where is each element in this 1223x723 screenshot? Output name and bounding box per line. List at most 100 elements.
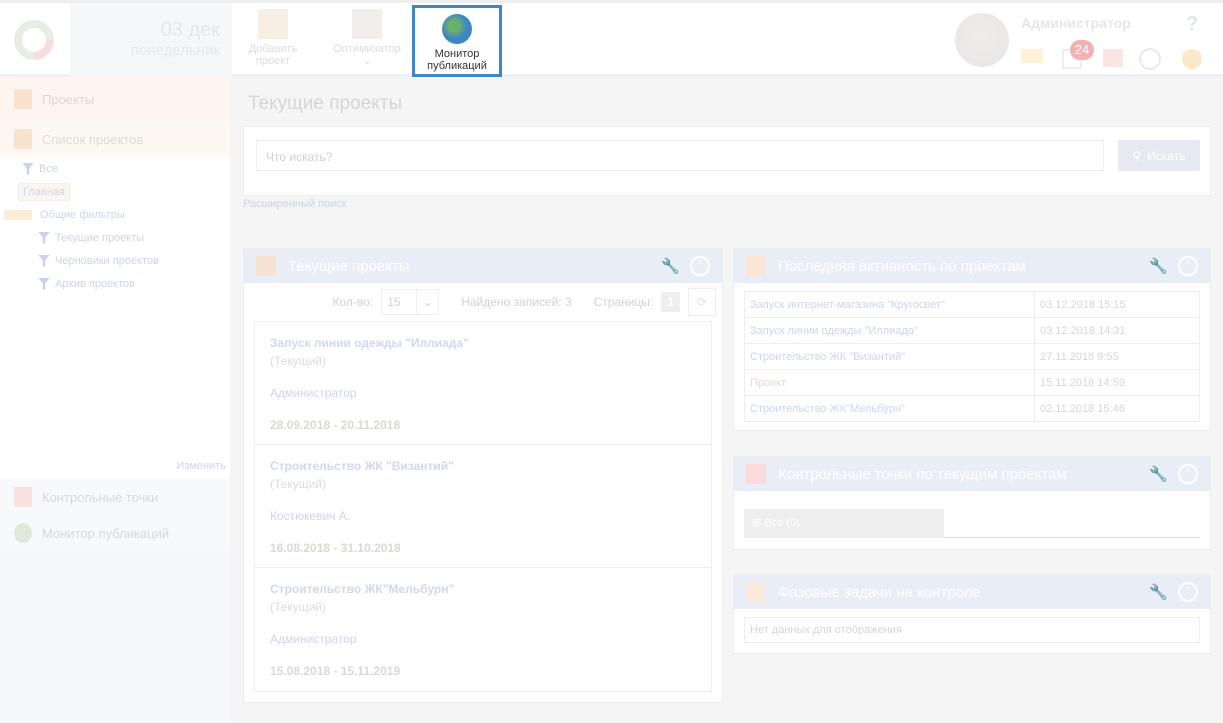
wrench-icon[interactable]: 🔧 — [1149, 257, 1168, 275]
add-project-icon — [258, 9, 288, 39]
page-1[interactable]: 1 — [661, 292, 680, 312]
project-dates: 16.08.2018 - 31.10.2018 — [270, 541, 401, 555]
table-row: Проект 15.11.2018 14:59 — [744, 369, 1200, 396]
tree-label: Черновики проектов — [55, 254, 159, 267]
project-name[interactable]: Строительство ЖК"Мельбурн" — [270, 582, 696, 596]
sidebar-project-list[interactable]: Список проектов — [0, 121, 230, 157]
search-icon: ⚲ — [1132, 148, 1142, 163]
list-icon — [14, 129, 32, 149]
globe-icon — [442, 14, 472, 44]
panel-header: Контрольные точки по текущим проектам 🔧 ^ — [734, 457, 1210, 491]
table-row: Запуск интернет-магазина "Кругосвет" 03.1… — [744, 291, 1200, 318]
globe-icon — [14, 523, 32, 543]
tree-label: Общие фильтры — [40, 208, 125, 221]
activity-date: 27.11.2018 9:55 — [1034, 343, 1200, 370]
add-project-button[interactable]: Добавить проект — [244, 7, 302, 67]
projects-icon — [14, 89, 32, 109]
activity-panel: Последняя активность по проектам 🔧 ^ Запус… — [733, 248, 1211, 431]
filter-tree: Все Главная Общие фильтры Текущие проект… — [0, 157, 230, 295]
activity-table: Запуск интернет-магазина "Кругосвет" 03.1… — [744, 291, 1200, 422]
sidebar: Проекты Список проектов Все Главная Общи… — [0, 77, 230, 723]
project-status: (Текущий) — [270, 354, 326, 368]
app-logo[interactable] — [0, 3, 70, 77]
publication-monitor-button[interactable]: Монитор публикаций — [412, 5, 502, 77]
tree-label: Архив проектов — [55, 277, 135, 290]
filter-icon — [38, 254, 50, 267]
tree-item-common-filters[interactable]: Общие фильтры — [0, 203, 230, 226]
sidebar-lower: Контрольные точки Монитор публикаций — [0, 479, 230, 723]
filter-icon — [38, 277, 50, 290]
current-projects-panel: Текущие проекты 🔧 ^ Кол-во: 15 ⌄ Найдено за… — [243, 248, 723, 703]
chevron-down-icon: ⌄ — [362, 55, 372, 67]
project-status: (Текущий) — [270, 600, 326, 614]
activity-project[interactable]: Строительство ЖК"Мельбурн" — [744, 395, 1035, 422]
help-icon[interactable]: ? — [1186, 13, 1198, 36]
project-card[interactable]: Строительство ЖК "Византий" (Текущий) Кост… — [255, 445, 711, 568]
panel-header: Фазовые задачи на контроле 🔧 ^ — [734, 575, 1210, 609]
activity-date: 02.11.2018 15:46 — [1034, 395, 1200, 422]
project-name[interactable]: Строительство ЖК "Византий" — [270, 459, 696, 473]
optimizer-label: Оптимизатор — [333, 43, 401, 55]
activity-project[interactable]: Строительство ЖК "Византий" — [744, 343, 1035, 370]
gear-icon[interactable] — [1182, 49, 1202, 69]
user-name[interactable]: Администратор — [1021, 15, 1131, 31]
project-card[interactable]: Строительство ЖК"Мельбурн" (Текущий) Админ… — [255, 568, 711, 691]
avatar[interactable] — [955, 13, 1009, 67]
page-title: Текущие проекты — [248, 93, 403, 114]
date-day: 03 дек — [160, 19, 220, 41]
activity-date: 03.12.2018 15:15 — [1034, 291, 1200, 318]
sidebar-item-publication-monitor[interactable]: Монитор публикаций — [0, 515, 230, 551]
activity-date: 15.11.2018 14:59 — [1034, 369, 1200, 396]
main-content: Текущие проекты Что искать? ⚲ Искать Расш… — [230, 77, 1223, 723]
search-button[interactable]: ⚲ Искать — [1118, 140, 1200, 171]
checkpoints-tabs: ⊞ Все (0) — [744, 509, 1200, 538]
pager-bar: Кол-во: 15 ⌄ Найдено записей: 3 Страницы:… — [244, 283, 722, 321]
calendar-icon[interactable] — [1103, 49, 1123, 67]
panel-title: Последняя активность по проектам — [778, 257, 1026, 275]
count-select[interactable]: 15 ⌄ — [381, 289, 440, 315]
collapse-icon[interactable]: ^ — [690, 256, 710, 276]
expand-menu-icon[interactable] — [1139, 48, 1161, 70]
advanced-search-link[interactable]: Расширенный поиск — [243, 198, 347, 210]
add-project-label: Добавить проект — [248, 43, 298, 67]
project-name[interactable]: Запуск линии одежды "Иллиада" — [270, 336, 696, 350]
activity-project[interactable]: Запуск линии одежды "Иллиада" — [744, 317, 1035, 344]
collapse-icon[interactable]: ^ — [1178, 256, 1198, 276]
collapse-icon[interactable]: ^ — [1178, 464, 1198, 484]
activity-icon — [746, 256, 766, 276]
project-status: (Текущий) — [270, 477, 326, 491]
project-owner[interactable]: Администратор — [270, 386, 696, 400]
search-input[interactable]: Что искать? — [256, 140, 1104, 171]
filter-icon — [22, 162, 34, 175]
sidebar-item-label: Монитор публикаций — [42, 525, 170, 541]
panel-header: Последняя активность по проектам 🔧 ^ — [734, 249, 1210, 283]
tree-item-all[interactable]: Все — [0, 157, 230, 180]
project-list: Запуск линии одежды "Иллиада" (Текущий) Ад… — [254, 321, 712, 692]
collapse-icon[interactable]: ^ — [1178, 582, 1198, 602]
activity-project[interactable]: Запуск интернет-магазина "Кругосвет" — [744, 291, 1035, 318]
chevron-down-icon: ⌄ — [416, 290, 438, 314]
project-owner[interactable]: Костюкевич А. — [270, 509, 696, 523]
mail-icon[interactable] — [1021, 49, 1043, 63]
optimizer-button[interactable]: Оптимизатор ⌄ — [328, 7, 406, 67]
sidebar-projects[interactable]: Проекты — [0, 77, 230, 121]
tree-item-drafts[interactable]: Черновики проектов — [0, 249, 230, 272]
refresh-icon[interactable]: ⟳ — [688, 288, 716, 316]
project-owner[interactable]: Администратор — [270, 632, 696, 646]
wrench-icon[interactable]: 🔧 — [1149, 465, 1168, 483]
project-card[interactable]: Запуск линии одежды "Иллиада" (Текущий) Ад… — [255, 322, 711, 445]
pages-label: Страницы: — [593, 295, 654, 309]
activity-date: 03.12.2018 14:31 — [1034, 317, 1200, 344]
sidebar-item-checkpoints[interactable]: Контрольные точки — [0, 479, 230, 515]
tree-item-archive[interactable]: Архив проектов — [0, 272, 230, 295]
activity-project[interactable]: Проект — [744, 369, 1035, 396]
panel-title: Контрольные точки по текущим проектам — [778, 465, 1067, 483]
tab-all[interactable]: ⊞ Все (0) — [744, 509, 944, 538]
tree-item-main[interactable]: Главная — [0, 180, 230, 203]
top-bar: 03 дек понедельник Добавить проект Оптим… — [0, 0, 1223, 77]
panel-title: Текущие проекты — [288, 257, 410, 275]
wrench-icon[interactable]: 🔧 — [661, 257, 680, 275]
tree-item-current[interactable]: Текущие проекты — [0, 226, 230, 249]
edit-link[interactable]: Изменить — [176, 460, 226, 472]
wrench-icon[interactable]: 🔧 — [1149, 583, 1168, 601]
